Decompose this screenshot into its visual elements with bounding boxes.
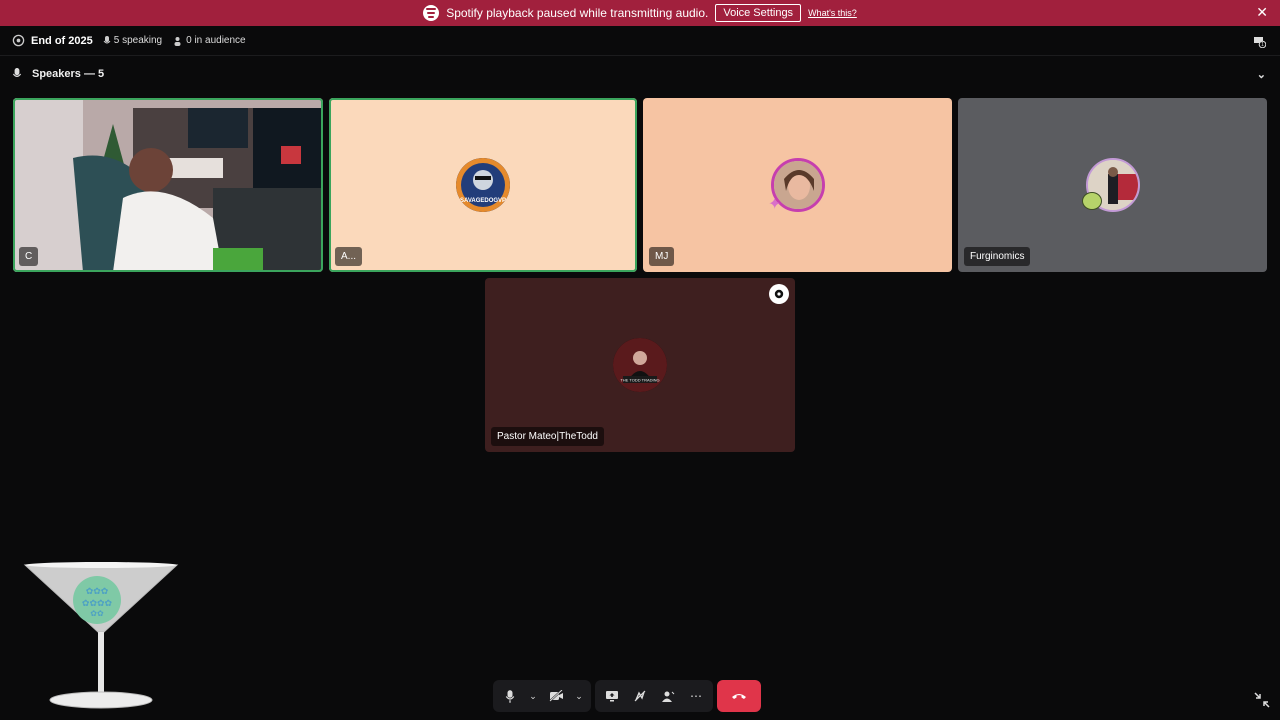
call-controls: ⌄ ⌄ ⋯	[493, 680, 761, 712]
speaker-name: A...	[335, 247, 363, 266]
microphone-icon	[12, 68, 22, 77]
speaking-count: 5 speaking	[103, 35, 162, 46]
speaking-label: 5 speaking	[113, 35, 163, 46]
banner-message: Spotify playback paused while transmitti…	[446, 6, 709, 20]
avatar: SAVAGEDOGVP	[456, 158, 510, 212]
close-icon[interactable]: ✕	[1256, 4, 1268, 21]
avatar: THE TODD TRADING	[613, 338, 667, 392]
hang-up-icon	[732, 694, 746, 699]
speaker-tile[interactable]: Furginomics	[958, 98, 1267, 272]
audience-count: 0 in audience	[172, 35, 246, 46]
speaker-name: Pastor Mateo|TheTodd	[491, 427, 604, 446]
microphone-icon[interactable]	[499, 685, 521, 707]
svg-text:✿✿: ✿✿	[90, 609, 104, 618]
audience-icon	[174, 36, 181, 46]
svg-text:✿✿✿✿: ✿✿✿✿	[82, 598, 113, 608]
microphone-icon	[103, 35, 111, 43]
sparkle-decoration: ✦	[768, 196, 782, 213]
speakers-section-header[interactable]: Speakers — 5 ⌄	[0, 60, 1280, 88]
stage-icon	[12, 34, 25, 47]
exit-fullscreen-icon[interactable]	[1254, 692, 1270, 708]
svg-text:SAVAGEDOGVP: SAVAGEDOGVP	[460, 198, 506, 204]
notice-banner: Spotify playback paused while transmitti…	[0, 0, 1280, 26]
hang-up-button[interactable]	[717, 680, 761, 712]
screen-share-icon[interactable]	[601, 685, 623, 707]
camera-off-icon[interactable]	[545, 685, 567, 707]
chevron-down-icon[interactable]: ⌄	[527, 685, 539, 707]
speaker-tile[interactable]: ✦ MJ	[643, 98, 952, 272]
webcam-video	[13, 98, 323, 272]
stage-title: End of 2025	[31, 34, 93, 47]
activity-off-icon[interactable]	[629, 685, 651, 707]
speaker-name: C	[19, 247, 39, 266]
svg-text:1: 1	[1261, 42, 1264, 48]
inbox-icon[interactable]: 1	[1252, 34, 1266, 48]
svg-text:✿✿✿: ✿✿✿	[86, 586, 109, 596]
spotify-icon	[423, 5, 440, 21]
settings-gear-icon[interactable]	[769, 284, 789, 304]
speaker-name: MJ	[649, 247, 675, 266]
svg-text:THE TODD TRADING: THE TODD TRADING	[620, 378, 659, 383]
chevron-down-icon[interactable]: ⌄	[1257, 68, 1266, 81]
stage-header: End of 2025 5 speaking 0 in audience 1	[0, 26, 1280, 56]
speaker-tile[interactable]: SAVAGEDOGVP A...	[329, 98, 637, 272]
speaker-name: Furginomics	[964, 247, 1031, 266]
soundboard-icon[interactable]	[657, 685, 679, 707]
chevron-down-icon[interactable]: ⌄	[573, 685, 585, 707]
whats-this-link[interactable]: What's this?	[808, 8, 857, 18]
martini-glass-overlay: ✿✿✿ ✿✿✿✿ ✿✿	[23, 562, 179, 709]
speaker-tile[interactable]: THE TODD TRADING Pastor Mateo|TheTodd	[485, 278, 795, 452]
speakers-label: Speakers — 5	[32, 68, 105, 80]
audio-video-group: ⌄ ⌄	[493, 680, 591, 712]
voice-settings-button[interactable]: Voice Settings	[715, 4, 802, 22]
audience-label: 0 in audience	[186, 35, 246, 46]
speaker-tile-video[interactable]: C	[13, 98, 323, 272]
activities-group: ⋯	[595, 680, 713, 712]
more-icon[interactable]: ⋯	[685, 685, 707, 707]
frog-decoration	[1082, 192, 1102, 210]
